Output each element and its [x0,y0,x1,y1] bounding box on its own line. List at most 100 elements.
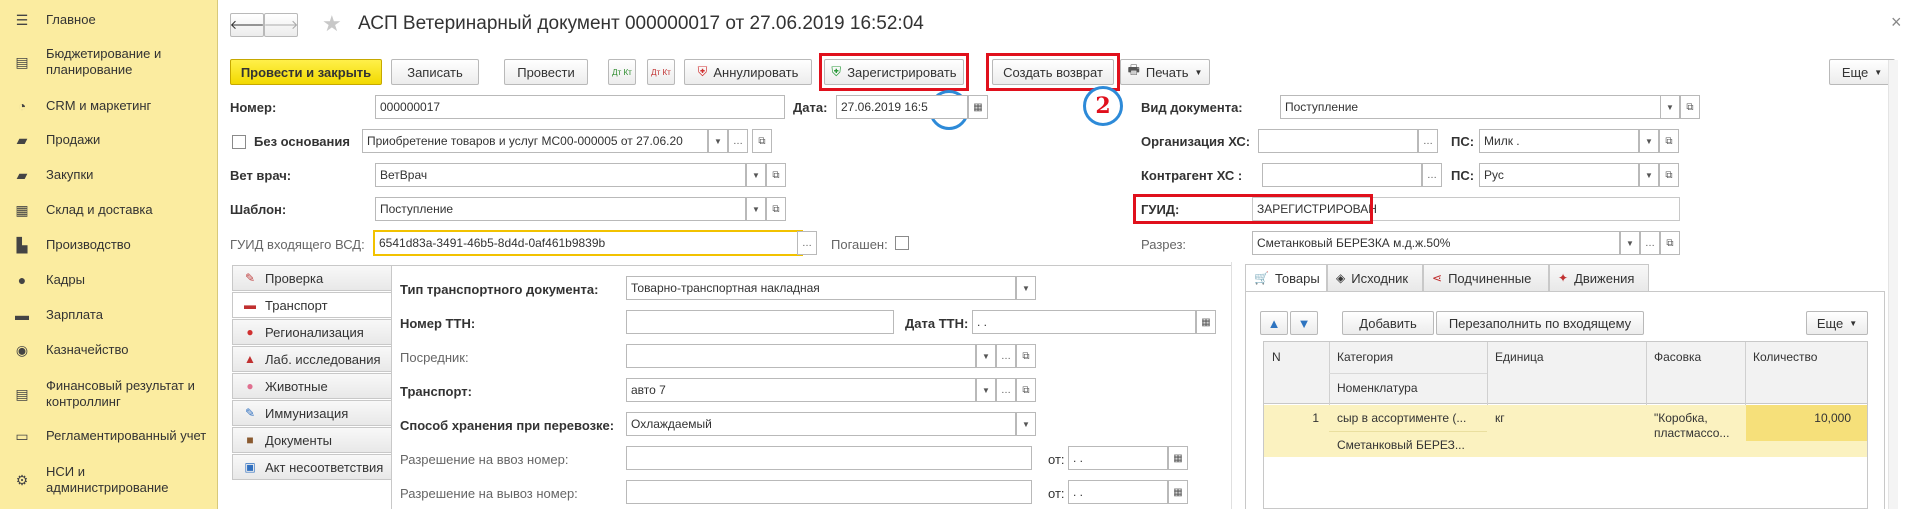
sidebar-item-production[interactable]: ▙ Производство [0,237,218,253]
number-field[interactable]: 000000017 [375,95,785,119]
col-header-n[interactable]: N [1264,345,1281,369]
save-button[interactable]: Записать [391,59,479,85]
tab-check[interactable]: ✎ Проверка [232,265,392,291]
sidebar-item-warehouse[interactable]: ▦ Склад и доставка [0,202,218,218]
tab-transport[interactable]: ▬ Транспорт [232,292,392,318]
section-dropdown[interactable]: ▼ [1620,231,1640,255]
sidebar-item-crm[interactable]: ◔ CRM и маркетинг [0,98,218,114]
export-calendar-button[interactable]: ▦ [1168,480,1188,504]
transport-doc-type-field[interactable]: Товарно-транспортная накладная [626,276,1016,300]
tab-subordinates[interactable]: ⋖ Подчиненные [1423,264,1549,292]
guid-in-field[interactable]: 6541d83a-3491-46b5-8d4d-0af461b9839b [373,230,803,256]
transport-doc-type-dropdown[interactable]: ▼ [1016,276,1036,300]
storage-dropdown[interactable]: ▼ [1016,412,1036,436]
mediator-field[interactable] [626,344,976,368]
transport-dropdown[interactable]: ▼ [976,378,996,402]
sidebar-item-sales[interactable]: ▰ Продажи [0,132,218,148]
tab-nonconformity-act[interactable]: ▣ Акт несоответствия [232,454,392,480]
sidebar-item-main[interactable]: ☰ Главное [0,12,218,28]
sidebar-item-personnel[interactable]: ● Кадры [0,272,218,288]
sidebar-item-settings[interactable]: ⚙ НСИ и администрирование [0,464,218,496]
org-field[interactable] [1258,129,1418,153]
sidebar-item-salary[interactable]: ▬ Зарплата [0,307,218,323]
template-dropdown[interactable]: ▼ [746,197,766,221]
move-up-button[interactable]: ▲ [1260,311,1288,335]
repaid-checkbox[interactable] [895,236,909,250]
ttn-date-calendar-button[interactable]: ▦ [1196,310,1216,334]
cancel-document-button[interactable]: ⛨ Аннулировать [684,59,812,85]
tab-source[interactable]: ◈ Исходник [1327,264,1423,292]
section-select-button[interactable]: … [1640,231,1660,255]
tab-documents[interactable]: ■ Документы [232,427,392,453]
export-from-date[interactable]: . . [1068,480,1168,504]
doc-type-field[interactable]: Поступление [1280,95,1670,119]
close-icon[interactable]: × [1891,12,1902,33]
print-button[interactable]: 🖶 Печать ▼ [1120,59,1210,85]
dt-kt-report-button[interactable]: Дт Кт [647,59,675,85]
doc-type-dropdown[interactable]: ▼ [1660,95,1680,119]
star-icon[interactable]: ★ [322,11,342,37]
import-from-date[interactable]: . . [1068,446,1168,470]
section-open-button[interactable]: ⧉ [1660,231,1680,255]
counterparty-select-button[interactable]: … [1422,163,1442,187]
doc-type-open-button[interactable]: ⧉ [1680,95,1700,119]
ps1-dropdown[interactable]: ▼ [1639,129,1659,153]
forward-button[interactable]: 🡒 [264,13,298,37]
tab-animals[interactable]: ● Животные [232,373,392,399]
transport-field[interactable]: авто 7 [626,378,976,402]
ps2-open-button[interactable]: ⧉ [1659,163,1679,187]
post-and-close-button[interactable]: Провести и закрыть [230,59,382,85]
tab-immunization[interactable]: ✎ Иммунизация [232,400,392,426]
tab-movements[interactable]: ✦ Движения [1549,264,1649,292]
add-button[interactable]: Добавить [1342,311,1434,335]
basis-select-button[interactable]: … [728,129,748,153]
sidebar-item-purchases[interactable]: ▰ Закупки [0,167,218,183]
vet-open-button[interactable]: ⧉ [766,163,786,187]
col-header-qty[interactable]: Количество [1745,345,1817,369]
goods-more-button[interactable]: Еще ▼ [1806,311,1868,335]
transport-open-button[interactable]: ⧉ [1016,378,1036,402]
calendar-button[interactable]: ▦ [968,95,988,119]
ps1-open-button[interactable]: ⧉ [1659,129,1679,153]
col-header-packing[interactable]: Фасовка [1646,345,1701,369]
ttn-number-field[interactable] [626,310,894,334]
dt-kt-button[interactable]: Дт Кт [608,59,636,85]
post-button[interactable]: Провести [504,59,588,85]
basis-dropdown[interactable]: ▼ [708,129,728,153]
basis-field[interactable]: Приобретение товаров и услуг МС00-000005… [362,129,708,153]
ttn-date-field[interactable]: . . [972,310,1196,334]
mediator-select-button[interactable]: … [996,344,1016,368]
mediator-open-button[interactable]: ⧉ [1016,344,1036,368]
import-calendar-button[interactable]: ▦ [1168,446,1188,470]
back-button[interactable]: 🡐 [230,13,264,37]
vet-dropdown[interactable]: ▼ [746,163,766,187]
section-field[interactable]: Сметанковый БЕРЕЗКА м.д.ж.50% [1252,231,1620,255]
storage-field[interactable]: Охлаждаемый [626,412,1016,436]
tab-goods[interactable]: 🛒 Товары [1245,264,1327,292]
transport-select-button[interactable]: … [996,378,1016,402]
export-permit-field[interactable] [626,480,1032,504]
ps2-field[interactable]: Рус [1479,163,1639,187]
template-open-button[interactable]: ⧉ [766,197,786,221]
no-basis-checkbox[interactable] [232,135,246,149]
more-button[interactable]: Еще ▼ [1829,59,1895,85]
vertical-scrollbar[interactable] [1888,60,1898,509]
ps2-dropdown[interactable]: ▼ [1639,163,1659,187]
sidebar-item-accounting[interactable]: ▭ Регламентированный учет [0,428,218,444]
basis-open-button[interactable]: ⧉ [752,129,772,153]
import-permit-field[interactable] [626,446,1032,470]
col-header-nomenclature[interactable]: Номенклатура [1329,376,1418,400]
tab-lab-research[interactable]: ▲ Лаб. исследования [232,346,392,372]
tab-regionalization[interactable]: ● Регионализация [232,319,392,345]
template-field[interactable]: Поступление [375,197,746,221]
guid-in-select-button[interactable]: … [797,231,817,255]
sidebar-item-treasury[interactable]: ◉ Казначейство [0,342,218,358]
col-header-category[interactable]: Категория [1329,345,1393,369]
counterparty-field[interactable] [1262,163,1422,187]
ps1-field[interactable]: Милк . [1479,129,1639,153]
org-select-button[interactable]: … [1418,129,1438,153]
sidebar-item-finance[interactable]: ▤ Финансовый результат и контроллинг [0,378,218,410]
vet-field[interactable]: ВетВрач [375,163,746,187]
col-header-unit[interactable]: Единица [1487,345,1544,369]
move-down-button[interactable]: ▼ [1290,311,1318,335]
